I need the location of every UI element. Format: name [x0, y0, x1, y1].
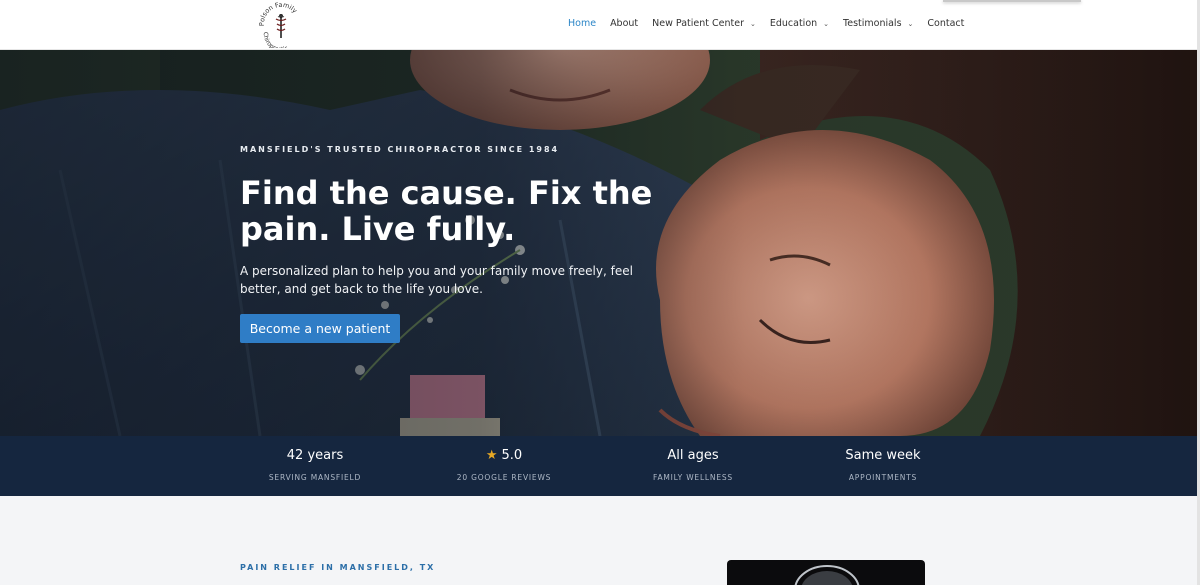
logo-text-top: Polson Family: [258, 1, 299, 26]
nav-item-testimonials[interactable]: Testimonials ⌄: [843, 18, 913, 29]
stat-label: 20 GOOGLE REVIEWS: [456, 473, 552, 482]
chevron-down-icon: ⌄: [749, 19, 756, 28]
become-new-patient-button[interactable]: Become a new patient: [240, 314, 400, 343]
star-icon: ★: [485, 448, 498, 463]
logo-emblem-icon: Polson Family Chiropractic: [258, 1, 299, 53]
nav-item-home[interactable]: Home: [568, 18, 596, 29]
site-header: Polson Family Chiropractic Home About New …: [0, 0, 1200, 53]
stat-label: FAMILY WELLNESS: [653, 473, 733, 482]
spine-graphic: [794, 565, 860, 585]
hero-headline: Find the cause. Fix the pain. Live fully…: [240, 174, 653, 248]
chevron-down-icon: ⌄: [823, 19, 830, 28]
section-eyebrow: PAIN RELIEF IN MANSFIELD, TX: [240, 563, 436, 572]
pain-relief-section: PAIN RELIEF IN MANSFIELD, TX: [0, 496, 1200, 585]
stats-bar: 42 years SERVING MANSFIELD ★ 5.0 20 GOOGLE R…: [0, 436, 1200, 496]
hero-section: MANSFIELD'S TRUSTED CHIROPRACTOR SINCE 1…: [0, 50, 1200, 436]
stat-label: SERVING MANSFIELD: [268, 473, 362, 482]
nav-item-label: Education: [769, 18, 818, 29]
logo-text-bottom: Chiropractic: [262, 32, 289, 53]
logo[interactable]: Polson Family Chiropractic: [258, 1, 304, 53]
chevron-down-icon: ⌄: [907, 19, 914, 28]
dropdown-edge: [943, 0, 1081, 2]
media-card: [727, 560, 925, 585]
stat-value-row: ★ 5.0: [414, 448, 594, 463]
stat-value: 5.0: [501, 448, 523, 463]
hero-eyebrow: MANSFIELD'S TRUSTED CHIROPRACTOR SINCE 1…: [240, 145, 560, 154]
nav-item-label: Testimonials: [843, 18, 902, 29]
stat-label: APPOINTMENTS: [848, 473, 918, 482]
nav-item-label: New Patient Center: [652, 18, 744, 29]
svg-text:Polson Family: Polson Family: [258, 2, 299, 26]
nav-item-label: Contact: [927, 18, 965, 29]
main-nav: Home About New Patient Center ⌄ Education ⌄ Te…: [568, 18, 978, 29]
nav-item-contact[interactable]: Contact: [927, 18, 964, 29]
stat-value-row: Same week: [793, 448, 973, 463]
stat-value: Same week: [845, 448, 921, 463]
stat-value-row: All ages: [603, 448, 783, 463]
nav-item-education[interactable]: Education ⌄: [770, 18, 829, 29]
nav-item-label: About: [610, 18, 639, 29]
stat-value: 42 years: [286, 448, 344, 463]
svg-text:Chiropractic: Chiropractic: [262, 32, 289, 48]
stat-value: All ages: [667, 448, 719, 463]
hero-subtext: A personalized plan to help you and your…: [240, 264, 633, 296]
nav-item-label: Home: [568, 18, 597, 29]
nav-item-new-patient-center[interactable]: New Patient Center ⌄: [652, 18, 756, 29]
nav-item-about[interactable]: About: [610, 18, 638, 29]
stat-value-row: 42 years: [225, 448, 405, 463]
